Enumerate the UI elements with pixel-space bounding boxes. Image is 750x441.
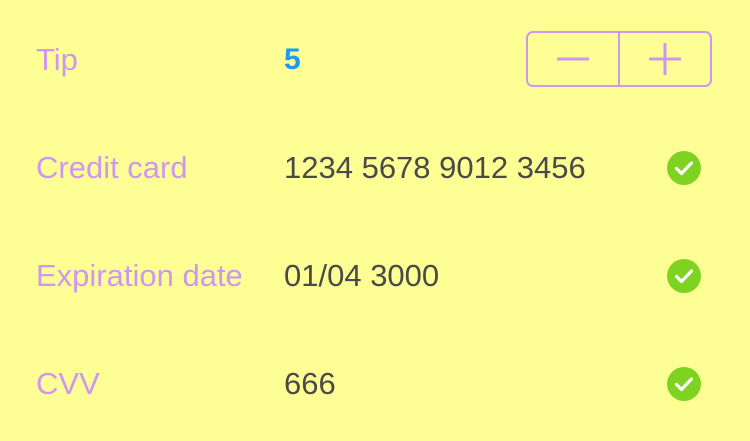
tip-value: 5 — [284, 43, 301, 76]
cvv-row[interactable]: CVV 666 — [0, 354, 750, 414]
credit-card-row[interactable]: Credit card 1234 5678 9012 3456 — [0, 138, 750, 198]
credit-card-label: Credit card — [36, 150, 188, 185]
tip-stepper[interactable] — [526, 31, 712, 87]
expiration-date-field[interactable]: 01/04 3000 — [284, 258, 439, 294]
cvv-label: CVV — [36, 366, 100, 401]
credit-card-field[interactable]: 1234 5678 9012 3456 — [284, 150, 586, 186]
tip-label: Tip — [36, 42, 78, 77]
expiration-date-label: Expiration date — [36, 258, 243, 293]
minus-icon — [557, 57, 589, 61]
check-circle-icon — [667, 259, 701, 293]
check-circle-icon — [667, 151, 701, 185]
plus-icon — [649, 43, 681, 75]
check-circle-icon — [667, 367, 701, 401]
tip-decrement-button[interactable] — [528, 33, 618, 85]
expiration-date-row[interactable]: Expiration date 01/04 3000 — [0, 246, 750, 306]
tip-increment-button[interactable] — [620, 33, 710, 85]
cvv-field[interactable]: 666 — [284, 366, 336, 402]
